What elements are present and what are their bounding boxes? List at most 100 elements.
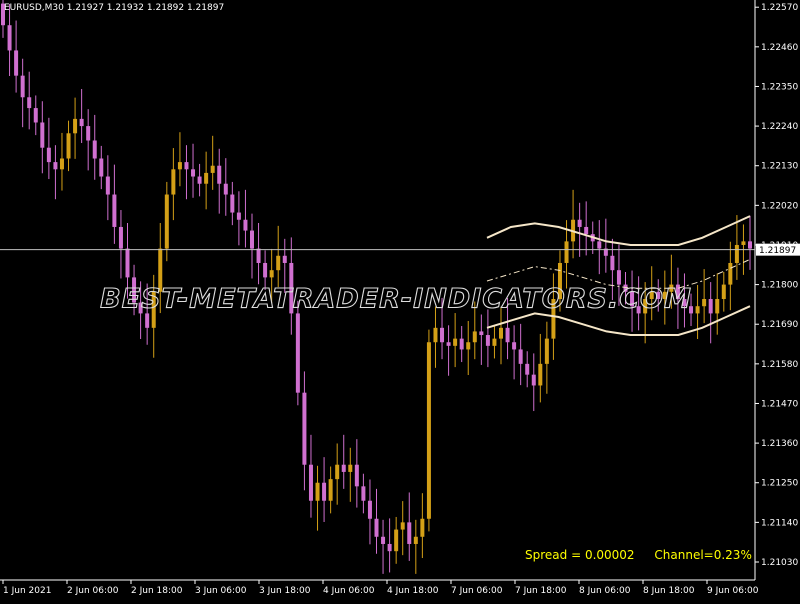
candle-body (191, 169, 196, 177)
candle-body (387, 543, 392, 552)
x-tick-label: 8 Jun 18:00 (643, 586, 695, 596)
y-tick-label: 1.21470 (761, 399, 798, 409)
candle-body (27, 97, 32, 109)
candle-body (282, 255, 287, 263)
chart-canvas[interactable]: 1.22570 1.22460 1.22350 1.22240 1.22130 1.220… (0, 0, 800, 600)
candle-body (20, 75, 25, 98)
x-tick-label: 4 Jun 06:00 (323, 586, 375, 596)
candle-body (485, 335, 490, 346)
ohlc-values: 1.21927 1.21932 1.21892 1.21897 (66, 3, 225, 13)
candle-body (171, 169, 176, 195)
candle-body (544, 338, 549, 364)
y-tick-label: 1.22240 (761, 122, 798, 132)
x-tick-label: 7 Jun 18:00 (515, 586, 567, 596)
chart-header: EURUSD,M30 1.21927 1.21932 1.21892 1.218… (4, 3, 224, 13)
candle-body (597, 241, 602, 249)
candle-body (741, 241, 746, 245)
candle-body (702, 299, 707, 307)
candle-body (40, 122, 45, 148)
candle-body (466, 342, 471, 350)
candle-body (472, 331, 477, 343)
y-tick-label: 1.21800 (761, 281, 798, 291)
candle-body (53, 162, 58, 170)
candle-body (531, 374, 536, 386)
candle-body (217, 165, 222, 184)
candle-body (302, 392, 307, 465)
y-tick-label: 1.22570 (761, 3, 798, 13)
candle-body (426, 342, 431, 519)
candle-body (361, 486, 366, 501)
candle-body (236, 212, 241, 220)
y-tick-label: 1.22460 (761, 43, 798, 53)
x-tick-label: 2 Jun 06:00 (67, 586, 119, 596)
candle-body (348, 464, 353, 472)
candle-body (446, 342, 451, 346)
candle-body (315, 482, 320, 501)
y-tick-label: 1.21580 (761, 360, 798, 370)
candle-body (564, 241, 569, 263)
candle-body (73, 118, 78, 134)
candle-body (440, 327, 445, 343)
x-tick-label: 3 Jun 18:00 (259, 586, 311, 596)
candle-body (538, 363, 543, 386)
candle-body (728, 262, 733, 285)
y-tick-label: 1.21690 (761, 320, 798, 330)
candle-body (577, 219, 582, 227)
candle-body (459, 338, 464, 350)
candle-body (420, 518, 425, 537)
candle-body (105, 176, 110, 195)
watermark: BEST-METATRADER-INDICATORS.COM (100, 284, 692, 315)
candle-body (197, 176, 202, 184)
candle-body (7, 25, 12, 51)
candle-body (734, 244, 739, 263)
candle-body (400, 522, 405, 530)
candle-body (322, 482, 327, 501)
candle-body (243, 219, 248, 231)
candle-body (276, 255, 281, 271)
y-tick-label: 1.22130 (761, 162, 798, 172)
current-price-label: 1.21897 (759, 246, 796, 256)
x-tick-label: 1 Jun 2021 (3, 586, 51, 596)
x-tick-label: 4 Jun 18:00 (387, 586, 439, 596)
candle-body (407, 522, 412, 544)
candle-body (616, 270, 621, 285)
candle-body (453, 338, 458, 346)
candle-body (335, 464, 340, 480)
candle-body (354, 464, 359, 487)
candle-body (79, 118, 84, 127)
x-tick-label: 8 Jun 06:00 (579, 586, 631, 596)
candle-body (505, 327, 510, 343)
price-chart[interactable]: 1.22570 1.22460 1.22350 1.22240 1.22130 1.220… (0, 0, 800, 600)
candle-body (118, 226, 123, 249)
candle-body (86, 126, 91, 141)
y-tick-label: 1.21140 (761, 518, 798, 528)
spread-label: Spread = 0.00002 (525, 548, 635, 562)
x-tick-label: 2 Jun 18:00 (131, 586, 183, 596)
candle-body (125, 248, 130, 278)
candle-body (374, 518, 379, 537)
candle-body (184, 162, 189, 170)
candle-body (112, 194, 117, 227)
candle-body (308, 464, 313, 501)
candle-body (263, 262, 268, 278)
candle-body (210, 165, 215, 173)
candle-body (164, 194, 169, 249)
candle-body (708, 299, 713, 314)
channel-label: Channel=0.23% (654, 548, 752, 562)
candle-body (46, 147, 51, 163)
candle-body (492, 338, 497, 346)
candle-body (394, 529, 399, 552)
candle-body (92, 140, 97, 159)
candle-body (295, 313, 300, 393)
y-tick-label: 1.22350 (761, 82, 798, 92)
candle-body (525, 363, 530, 375)
candle-body (328, 479, 333, 501)
candle-body (250, 230, 254, 249)
candle-body (14, 50, 19, 76)
indicator-info: Spread = 0.00002 Channel=0.23% (525, 548, 768, 562)
x-tick-label: 9 Jun 06:00 (707, 586, 759, 596)
candle-body (204, 172, 209, 184)
candle-body (256, 248, 261, 263)
channel-upper-line (486, 215, 751, 246)
candle-body (499, 327, 503, 339)
